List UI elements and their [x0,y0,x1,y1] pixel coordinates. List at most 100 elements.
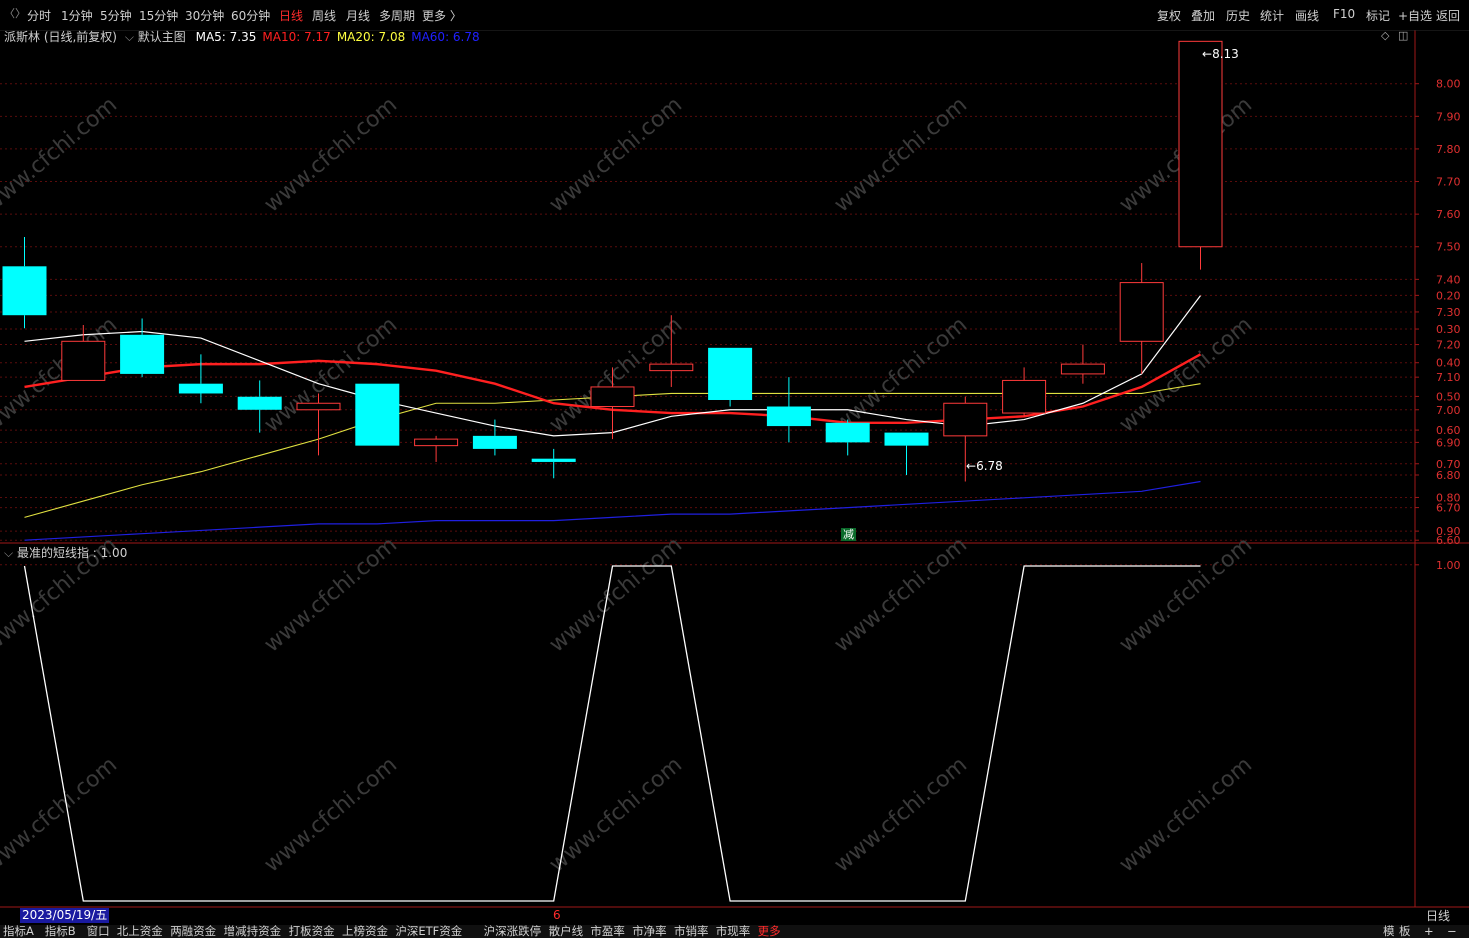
candle-body-up [1060,363,1105,375]
indicator-series-line [23,565,1201,902]
high-price-mark: ←8.13 [1202,47,1239,61]
candle-body-down [2,266,47,316]
indicator-tab[interactable]: 北上资金 [117,925,163,938]
watermark-text: www.cfchi.com [0,92,122,217]
watermark-text: www.cfchi.com [1115,532,1257,657]
period-tab[interactable]: 5分钟 [100,7,132,24]
toolbar-action-button[interactable]: 历史 [1226,7,1250,24]
indicator-tick-label: 0.30 [1436,323,1461,336]
indicator-line [23,565,1201,902]
watermark-text: www.cfchi.com [545,92,687,217]
candle-body-down [766,406,811,427]
watermark-text: www.cfchi.com [830,92,972,217]
watermark-text: www.cfchi.com [830,752,972,877]
cursor-date: 2023/05/19/五 [20,908,110,923]
candle-body-down [884,432,929,446]
candle-body-down [178,383,223,394]
period-tab[interactable]: 周线 [312,7,336,24]
ma-legend-item: MA60: 6.78 [411,30,480,44]
price-axis: 8.00 7.90 7.80 7.70 7.60 7.50 7.40 7.30 7.20 7.10… [1415,78,1461,572]
candle-body-down [237,396,282,410]
indicator-tab[interactable]: 沪深涨跌停 [484,925,542,938]
watermark-text: www.cfchi.com [260,752,402,877]
template-name[interactable]: 默认主图 [138,30,186,44]
indicator-tick-label: 0.90 [1436,525,1461,538]
indicator-tab[interactable]: 市净率 [632,925,667,938]
toolbar-action-button[interactable]: 统计 [1260,7,1284,24]
indicator-tab[interactable]: 窗口 [87,925,110,938]
price-tick-label: 7.20 [1436,339,1461,352]
period-tab[interactable]: 分时 [27,7,51,24]
indicator-tab[interactable]: 散户线 [549,925,584,938]
indicator-tab[interactable]: 更多 [758,925,781,938]
indicator-title[interactable]: 最准的短线指 : 1.00 [17,546,127,560]
period-tab[interactable]: 30分钟 [185,7,224,24]
indicator-tab[interactable]: 增减持资金 [224,925,282,938]
toolbar-action-button[interactable]: 返回 [1436,7,1460,24]
toolbar-action-button[interactable]: 画线 [1295,7,1319,24]
price-tick-label: 7.90 [1436,110,1461,123]
indicator-tick-label: 0.80 [1436,491,1461,504]
indicator-tab[interactable]: 市销率 [674,925,709,938]
footer-control[interactable]: + [1424,925,1434,938]
watermark-text: www.cfchi.com [545,752,687,877]
period-tab[interactable]: 15分钟 [139,7,178,24]
price-tick-label: 7.70 [1436,176,1461,189]
period-tab[interactable]: 60分钟 [231,7,270,24]
kline-chart[interactable]: www.cfchi.com www.cfchi.com www.cfchi.com w… [0,0,1469,938]
price-tick-label: 7.00 [1436,404,1461,417]
period-tab[interactable]: 日线 [279,7,303,24]
diamond-icon[interactable]: ◇ [1381,29,1389,42]
price-tick-label: 7.50 [1436,241,1461,254]
toolbar-action-button[interactable]: F10 [1333,7,1355,21]
indicator-tab[interactable]: 指标B [45,925,76,938]
indicator-tick-label: 0.20 [1436,289,1461,302]
indicator-tab[interactable]: 市现率 [716,925,751,938]
ma-legend-item: MA5: 7.35 [195,30,257,44]
dropdown-circle-icon[interactable]: ⌵ [4,546,13,560]
candle-body-up [590,386,635,408]
month-marker: 6 [553,908,561,922]
indicator-tab[interactable]: 沪深ETF资金 [395,925,462,938]
indicator-tick-label: 0.60 [1436,424,1461,437]
period-tab[interactable]: 多周期 [379,7,415,24]
period-tab[interactable]: 更多 〉 [422,7,462,24]
candle-body-down [708,347,753,400]
period-tab[interactable]: 月线 [346,7,370,24]
watermark-text: www.cfchi.com [260,92,402,217]
footer-control[interactable]: 板 [1399,925,1411,938]
candle-body-up [1002,379,1047,414]
toolbar-action-button[interactable]: +自选 [1398,7,1432,24]
candle-body-down [825,422,870,443]
watermark-text: www.cfchi.com [545,312,687,437]
indicator-tab[interactable]: 市盈率 [590,925,625,938]
toolbar-action-button[interactable]: 叠加 [1191,7,1215,24]
ma-legend-item: MA20: 7.08 [336,30,406,44]
indicator-tab[interactable]: 打板资金 [289,925,335,938]
indicator-tab[interactable]: 上榜资金 [342,925,388,938]
candle-body-up [1178,40,1223,248]
indicator-tick-label: 0.40 [1436,357,1461,370]
stock-title[interactable]: 派斯林 (日线,前复权) [4,30,117,44]
toolbar-action-button[interactable]: 复权 [1157,7,1181,24]
footer-control[interactable]: 模 [1383,925,1395,938]
indicator-tab[interactable]: 两融资金 [170,925,216,938]
period-tab[interactable]: 1分钟 [61,7,93,24]
low-price-mark: ←6.78 [966,459,1003,473]
window-toggle-icon[interactable]: ◫ [1398,29,1408,42]
price-tick-label: 7.80 [1436,143,1461,156]
price-tick-label: 7.40 [1436,273,1461,286]
signal-badge[interactable]: 减 [841,528,856,541]
toolbar-action-button[interactable]: 标记 [1366,7,1390,24]
collapse-icon[interactable]: 〈〉 [4,5,26,21]
indicator-tick-label: 0.70 [1436,458,1461,471]
indicator-header: ⌵ 最准的短线指 : 1.00 [4,544,127,561]
dropdown-circle-icon[interactable]: ⌵ [125,30,134,44]
candle-body-up [61,340,106,381]
indicator-tab[interactable]: 指标A [3,925,34,938]
candle-body-up [1119,282,1164,342]
footer-control[interactable]: − [1447,925,1457,938]
watermark-text: www.cfchi.com [1115,752,1257,877]
ma-legend-item: MA10: 7.17 [262,30,331,44]
indicator-tick-label: 0.50 [1436,390,1461,403]
